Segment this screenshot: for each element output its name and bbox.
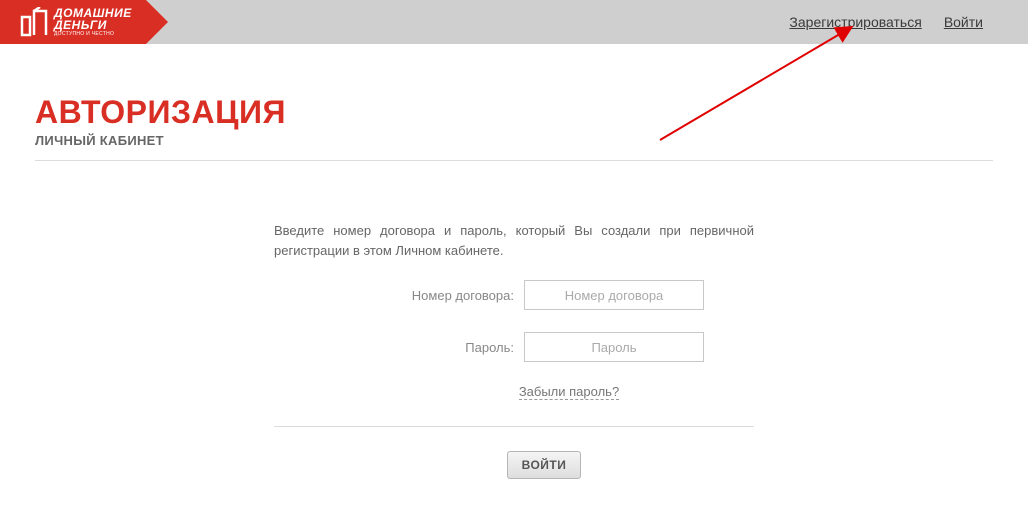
header-bar: ДОМАШНИЕ ДЕНЬГИ ДОСТУПНО И ЧЕСТНО Зареги…: [0, 0, 1028, 44]
forgot-row: Забыли пароль?: [274, 384, 754, 400]
contract-label: Номер договора:: [324, 288, 514, 303]
logo[interactable]: ДОМАШНИЕ ДЕНЬГИ ДОСТУПНО И ЧЕСТНО: [0, 0, 146, 44]
form-divider: [274, 426, 754, 427]
submit-button[interactable]: ВОЙТИ: [507, 451, 582, 479]
logo-line2: ДЕНЬГИ: [54, 19, 132, 31]
contract-row: Номер договора:: [274, 280, 754, 310]
page-subtitle: ЛИЧНЫЙ КАБИНЕТ: [35, 133, 993, 148]
password-input[interactable]: [524, 332, 704, 362]
login-link[interactable]: Войти: [944, 14, 983, 30]
password-row: Пароль:: [274, 332, 754, 362]
submit-row: ВОЙТИ: [274, 451, 754, 479]
content-area: АВТОРИЗАЦИЯ ЛИЧНЫЙ КАБИНЕТ Введите номер…: [0, 44, 1028, 479]
logo-icon: [20, 7, 48, 37]
title-divider: [35, 160, 993, 161]
form-instruction: Введите номер договора и пароль, который…: [274, 221, 754, 260]
forgot-password-link[interactable]: Забыли пароль?: [519, 384, 619, 400]
password-label: Пароль:: [324, 340, 514, 355]
register-link[interactable]: Зарегистрироваться: [789, 14, 921, 30]
nav-links: Зарегистрироваться Войти: [789, 14, 983, 30]
page-title: АВТОРИЗАЦИЯ: [35, 94, 993, 131]
logo-tagline: ДОСТУПНО И ЧЕСТНО: [54, 32, 132, 37]
login-form: Введите номер договора и пароль, который…: [274, 221, 754, 479]
contract-input[interactable]: [524, 280, 704, 310]
